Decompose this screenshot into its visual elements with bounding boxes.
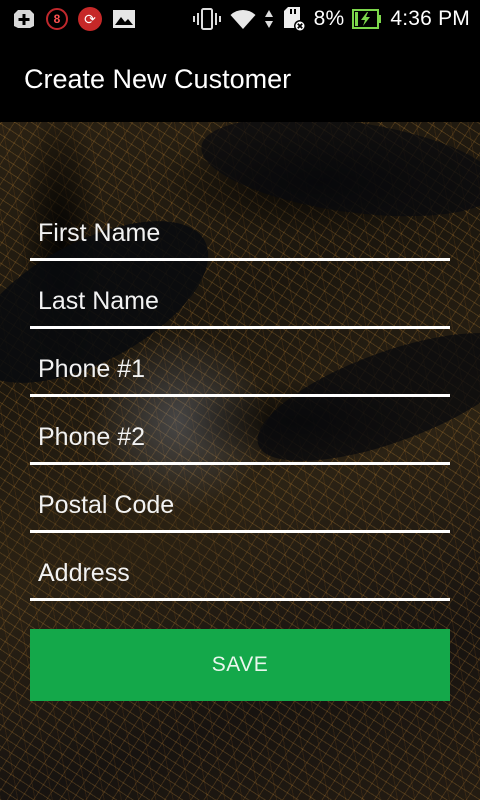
postal-code-field[interactable] xyxy=(30,480,450,533)
address-field[interactable] xyxy=(30,548,450,601)
notification-count: 8 xyxy=(53,12,61,26)
first-name-input[interactable] xyxy=(30,208,450,258)
app-screen: 8 ⟳ 8% 4:36 PM Create New Customer First… xyxy=(0,0,480,800)
battery-percent: 8% xyxy=(313,7,345,30)
image-icon xyxy=(112,9,136,29)
clock: 4:36 PM xyxy=(390,7,470,30)
app-bar: Create New Customer xyxy=(0,38,480,122)
last-name-input[interactable] xyxy=(30,276,450,326)
vibrate-icon xyxy=(192,7,222,31)
phone-2-field[interactable] xyxy=(30,412,450,465)
form-container: SAVE xyxy=(0,122,480,800)
notification-count-icon: 8 xyxy=(46,8,68,30)
data-arrows-icon xyxy=(264,8,274,30)
phone-1-field[interactable] xyxy=(30,344,450,397)
sync-icon: ⟳ xyxy=(78,7,102,31)
page-title: Create New Customer xyxy=(24,64,292,94)
notification-icons: 8 ⟳ xyxy=(12,6,136,32)
sd-card-error-icon xyxy=(282,6,306,32)
phone-1-input[interactable] xyxy=(30,344,450,394)
address-input[interactable] xyxy=(30,548,450,598)
battery-charging-icon xyxy=(352,8,382,30)
first-name-field[interactable] xyxy=(30,208,450,261)
phone-2-input[interactable] xyxy=(30,412,450,462)
save-button[interactable]: SAVE xyxy=(30,629,450,701)
postal-code-input[interactable] xyxy=(30,480,450,530)
system-icons: 8% 4:36 PM xyxy=(192,5,470,33)
status-bar: 8 ⟳ 8% 4:36 PM xyxy=(0,0,480,38)
add-box-icon xyxy=(12,8,36,30)
last-name-field[interactable] xyxy=(30,276,450,329)
wifi-icon xyxy=(230,8,256,30)
